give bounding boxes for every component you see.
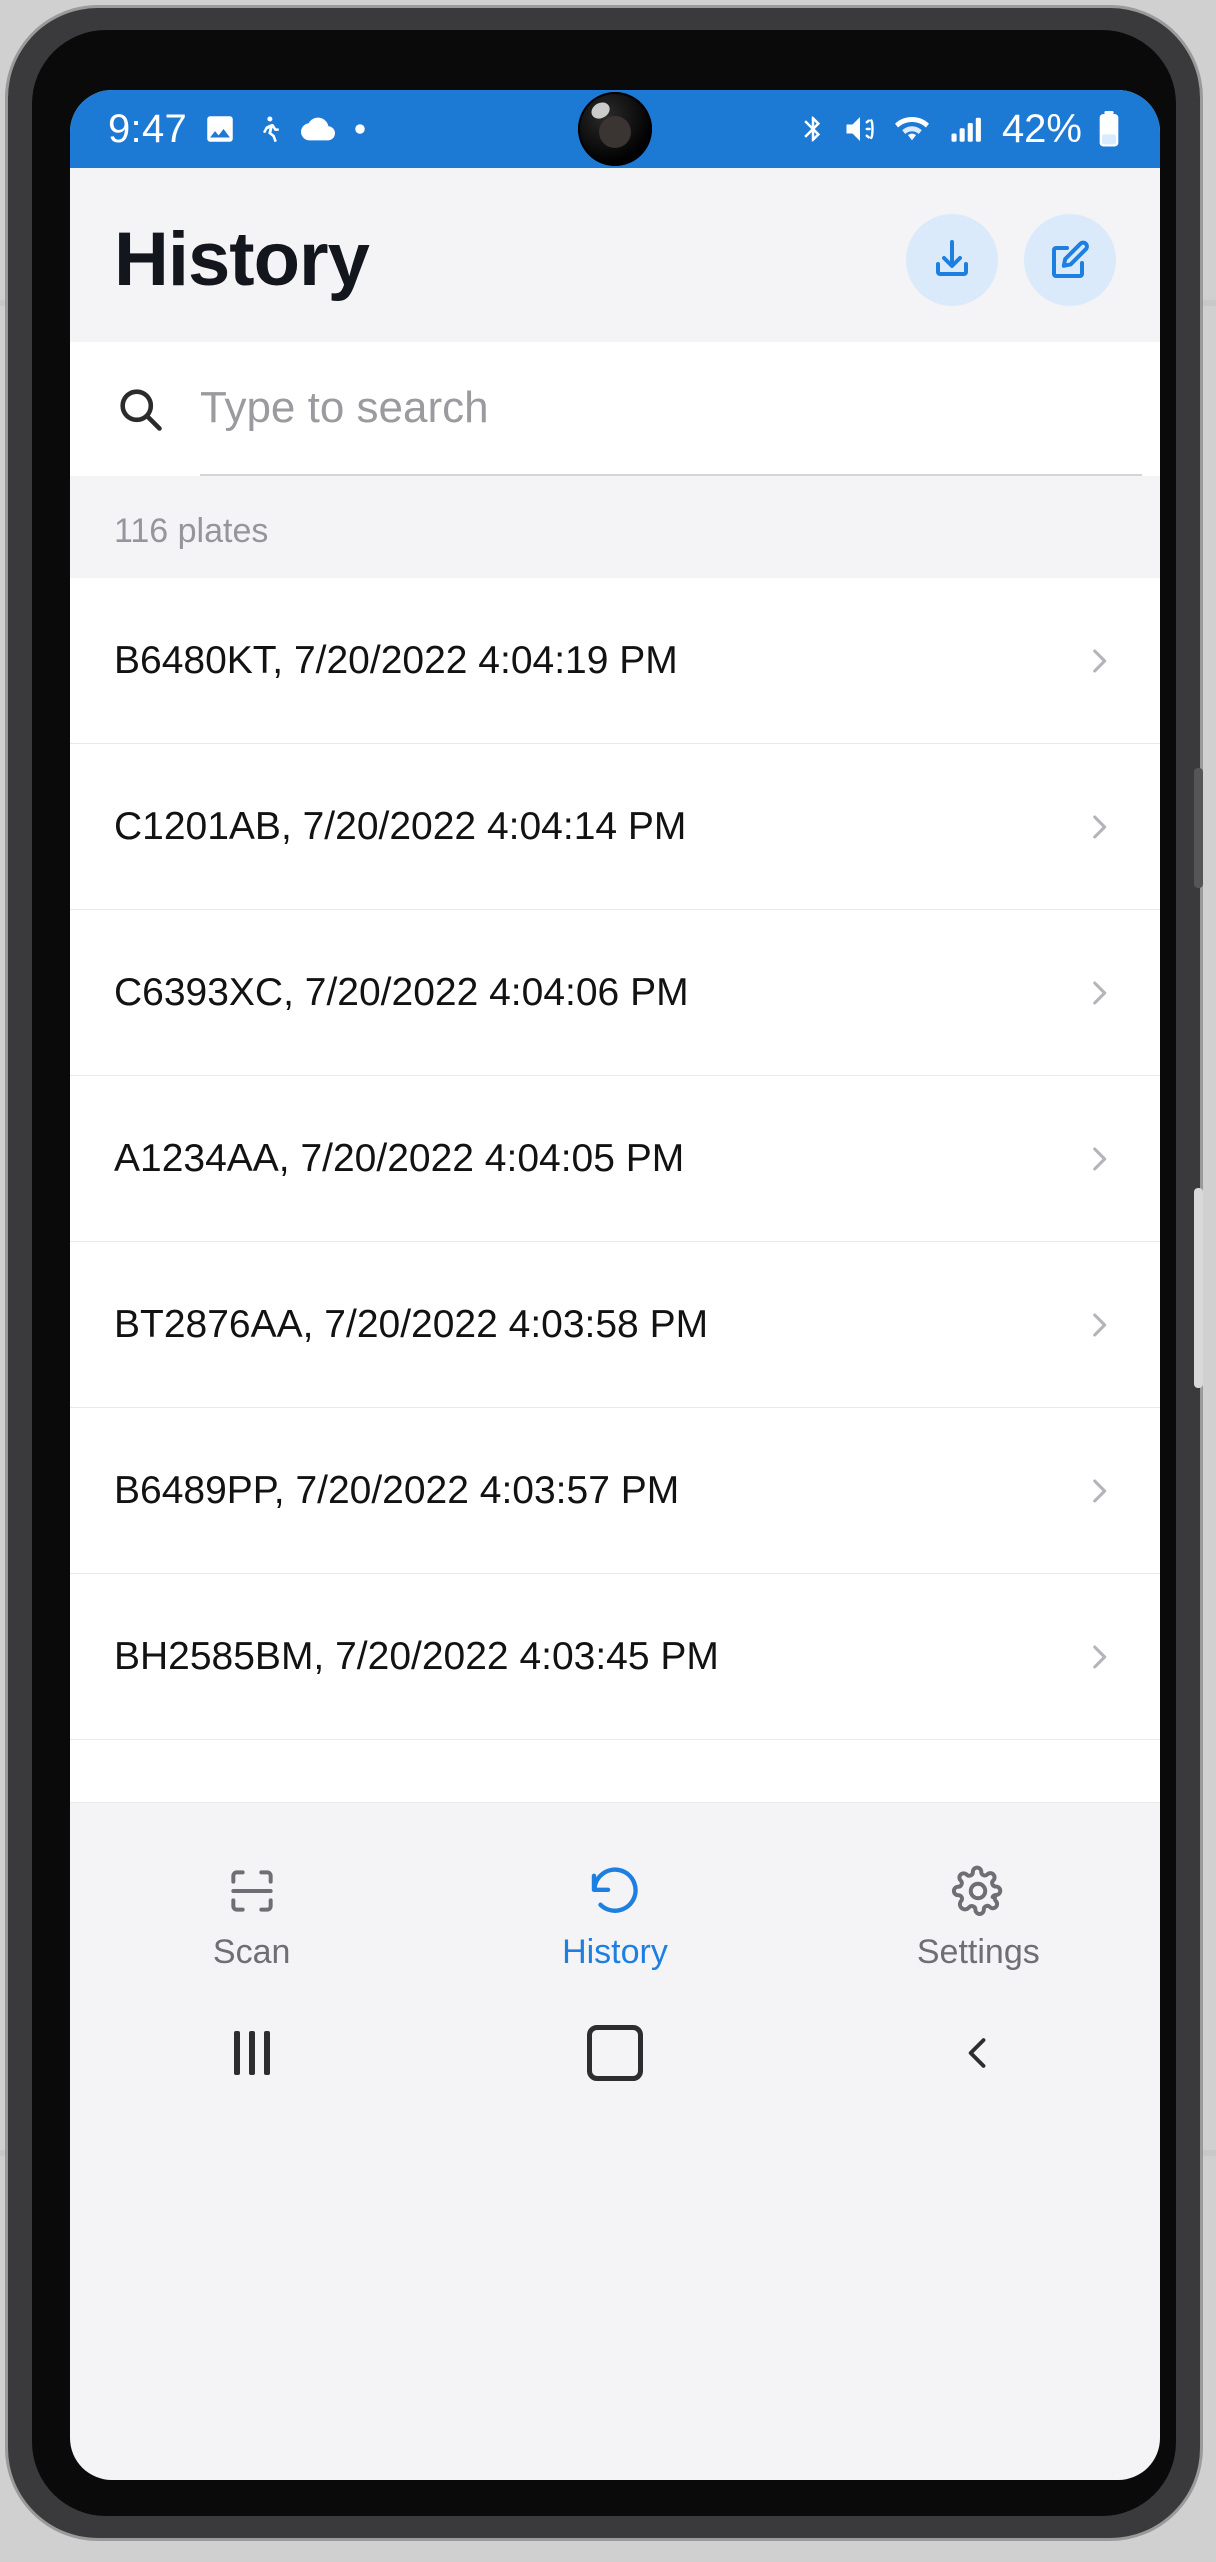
- camera-punch-hole: [578, 92, 652, 166]
- edit-icon: [1052, 240, 1089, 278]
- app-header: History: [70, 168, 1160, 342]
- plate-count-row: 116 plates: [70, 476, 1160, 578]
- running-person-icon: [263, 116, 279, 143]
- plate-count-label: 116 plates: [114, 512, 269, 550]
- table-row[interactable]: A1234AA, 7/20/2022 4:04:05 PM: [70, 1076, 1160, 1242]
- status-bar: 9:47 42%: [70, 90, 1160, 168]
- history-list: B6480KT, 7/20/2022 4:04:19 PM C1201AB, 7…: [70, 578, 1160, 1803]
- row-label: C6393XC, 7/20/2022 4:04:06 PM: [114, 971, 689, 1014]
- status-time: 9:47: [108, 107, 188, 151]
- dot-icon: [355, 124, 365, 134]
- list-tail: [70, 1740, 1160, 1803]
- table-row[interactable]: B6489PP, 7/20/2022 4:03:57 PM: [70, 1408, 1160, 1574]
- row-label: B6489PP, 7/20/2022 4:03:57 PM: [114, 1469, 680, 1512]
- bottom-navigation: Scan History Settings: [70, 1837, 1160, 1991]
- table-row[interactable]: B6480KT, 7/20/2022 4:04:19 PM: [70, 578, 1160, 744]
- nav-label-scan: Scan: [212, 1933, 291, 1971]
- chevron-right-icon: [1082, 1142, 1116, 1176]
- page-title: History: [114, 217, 370, 302]
- home-icon[interactable]: [545, 2013, 685, 2093]
- nav-item-settings[interactable]: Settings: [798, 1863, 1158, 1969]
- download-icon: [936, 240, 968, 276]
- chevron-right-icon: [1082, 1474, 1116, 1508]
- nav-item-scan[interactable]: Scan: [72, 1863, 432, 1969]
- row-label: BH2585BM, 7/20/2022 4:03:45 PM: [114, 1635, 719, 1678]
- volume-mute-icon: [846, 117, 874, 141]
- nav-label-settings: Settings: [916, 1933, 1040, 1971]
- chevron-right-icon: [1082, 1308, 1116, 1342]
- recents-icon[interactable]: [182, 2013, 322, 2093]
- download-button[interactable]: [906, 214, 998, 306]
- history-refresh-icon: [591, 1867, 638, 1913]
- status-bar-left: 9:47: [108, 109, 367, 149]
- table-row[interactable]: BT2876AA, 7/20/2022 4:03:58 PM: [70, 1242, 1160, 1408]
- bluetooth-icon: [804, 116, 821, 142]
- nav-item-history[interactable]: History: [435, 1863, 795, 1969]
- content-spacer: [70, 1803, 1160, 1837]
- battery-percent: 42%: [1001, 107, 1082, 151]
- row-label: A1234AA, 7/20/2022 4:04:05 PM: [114, 1137, 685, 1180]
- chevron-right-icon: [1082, 810, 1116, 844]
- row-label: BT2876AA, 7/20/2022 4:03:58 PM: [114, 1303, 709, 1346]
- volume-button[interactable]: [1194, 768, 1203, 888]
- edit-button[interactable]: [1024, 214, 1116, 306]
- table-row[interactable]: BH2585BM, 7/20/2022 4:03:45 PM: [70, 1574, 1160, 1740]
- search-placeholder: Type to search: [200, 383, 489, 432]
- scan-frame-icon: [231, 1870, 273, 1912]
- row-label: C1201AB, 7/20/2022 4:04:14 PM: [114, 805, 687, 848]
- search-bar[interactable]: Type to search: [70, 342, 1160, 476]
- table-row[interactable]: C6393XC, 7/20/2022 4:04:06 PM: [70, 910, 1160, 1076]
- search-icon: [114, 383, 166, 435]
- header-actions: [906, 214, 1116, 306]
- chevron-right-icon: [1082, 976, 1116, 1010]
- photo-icon: [207, 116, 233, 142]
- row-label: B6480KT, 7/20/2022 4:04:19 PM: [114, 639, 678, 682]
- table-row[interactable]: C1201AB, 7/20/2022 4:04:14 PM: [70, 744, 1160, 910]
- nav-label-history: History: [562, 1933, 668, 1971]
- cellular-signal-icon: [951, 117, 981, 142]
- back-icon[interactable]: [908, 2013, 1048, 2093]
- chevron-right-icon: [1082, 644, 1116, 678]
- phone-device: 9:47 42% History Type to search 116 plat…: [8, 8, 1203, 2538]
- android-system-nav: [70, 1991, 1160, 2115]
- gear-icon: [952, 1865, 1003, 1916]
- search-input[interactable]: Type to search: [200, 342, 1142, 476]
- wifi-icon: [894, 117, 929, 141]
- chevron-right-icon: [1082, 1640, 1116, 1674]
- power-button[interactable]: [1194, 1188, 1203, 1388]
- status-bar-right: 42%: [798, 109, 1122, 149]
- cloud-icon: [301, 117, 336, 141]
- battery-icon: [1099, 111, 1119, 147]
- phone-screen: 9:47 42% History Type to search 116 plat…: [70, 90, 1160, 2480]
